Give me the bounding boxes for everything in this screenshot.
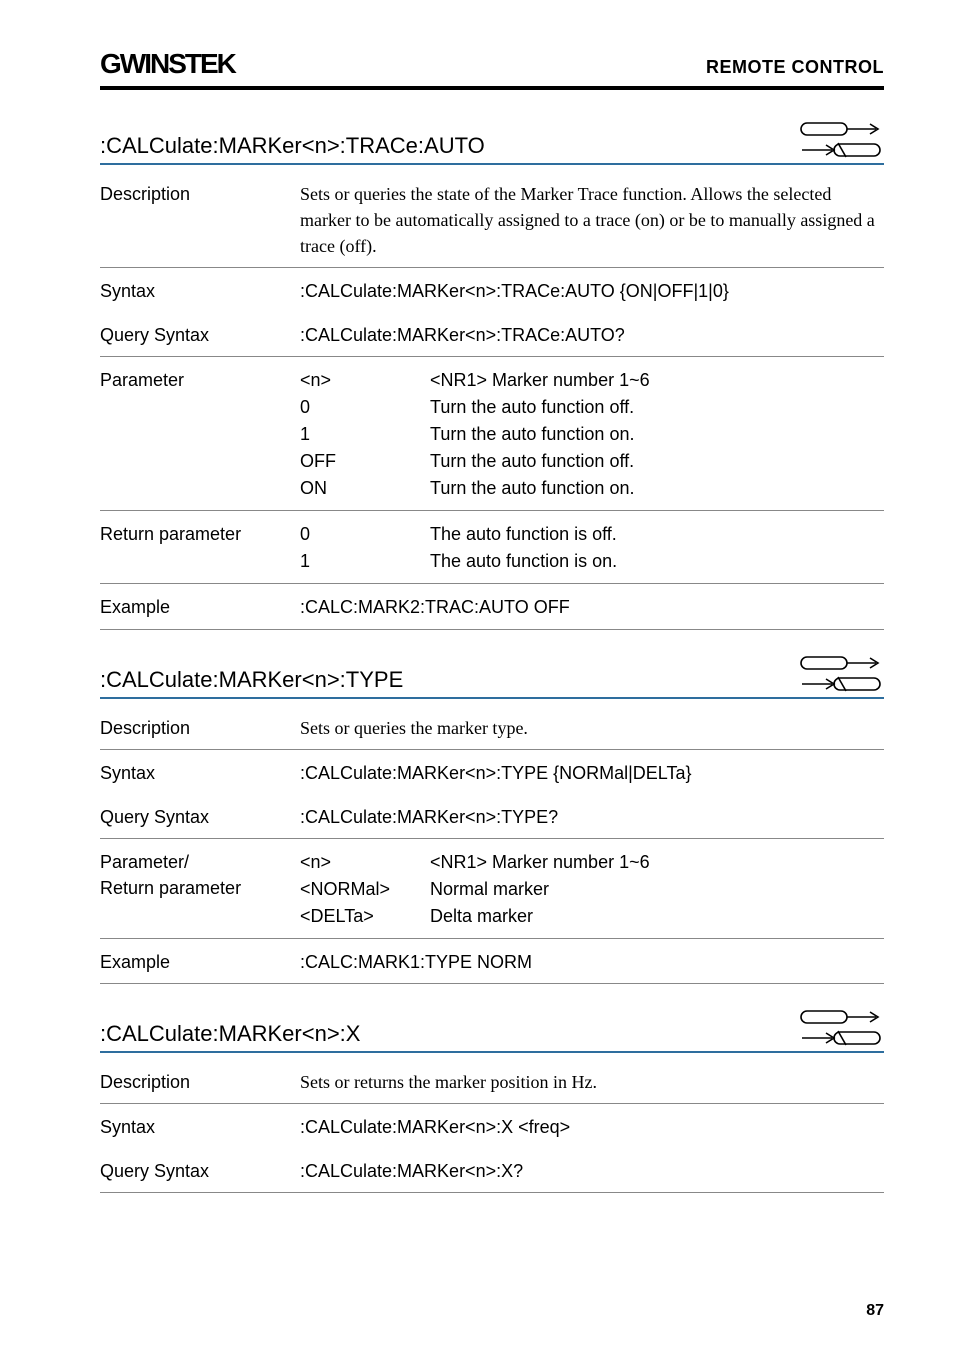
set-icon: [800, 120, 884, 138]
param-value: <NR1> Marker number 1~6: [430, 367, 884, 394]
field-content: 01The auto function is off.The auto func…: [300, 521, 884, 575]
field-row: Syntax:CALCulate:MARKer<n>:X <freq>: [100, 1104, 884, 1148]
field-label: Query Syntax: [100, 322, 300, 348]
field-row: Example:CALC:MARK1:TYPE NORM: [100, 939, 884, 984]
param-key: 1: [300, 421, 430, 448]
syntax-icons: [800, 120, 884, 159]
param-table: 01The auto function is off.The auto func…: [300, 521, 884, 575]
param-value: The auto function is on.: [430, 548, 884, 575]
field-content: :CALC:MARK1:TYPE NORM: [300, 949, 884, 975]
param-key: <NORMal>: [300, 876, 430, 903]
command-title: :CALCulate:MARKer<n>:TYPE: [100, 667, 403, 693]
field-content: :CALCulate:MARKer<n>:TRACe:AUTO?: [300, 322, 884, 348]
param-value: Turn the auto function on.: [430, 421, 884, 448]
param-value: Normal marker: [430, 876, 884, 903]
page-header: GWINSTEK REMOTE CONTROL: [100, 48, 884, 90]
command-title: :CALCulate:MARKer<n>:X: [100, 1021, 360, 1047]
param-value: Turn the auto function on.: [430, 475, 884, 502]
content-area: :CALCulate:MARKer<n>:TRACe:AUTO Descript…: [100, 120, 884, 1193]
field-label: Syntax: [100, 760, 300, 786]
param-key: ON: [300, 475, 430, 502]
command-block: :CALCulate:MARKer<n>:X DescriptionSets o…: [100, 1008, 884, 1193]
brand-logo: GWINSTEK: [100, 48, 235, 80]
param-values: The auto function is off.The auto functi…: [430, 521, 884, 575]
field-row: Query Syntax:CALCulate:MARKer<n>:X?: [100, 1148, 884, 1193]
param-table: <n><NORMal><DELTa><NR1> Marker number 1~…: [300, 849, 884, 930]
query-icon: [800, 675, 884, 693]
param-key: 1: [300, 548, 430, 575]
field-label: Syntax: [100, 278, 300, 304]
syntax-icons: [800, 654, 884, 693]
field-label: Description: [100, 715, 300, 741]
field-row: Syntax:CALCulate:MARKer<n>:TRACe:AUTO {O…: [100, 268, 884, 312]
param-value: Turn the auto function off.: [430, 448, 884, 475]
param-key: 0: [300, 521, 430, 548]
param-key: <DELTa>: [300, 903, 430, 930]
param-value: <NR1> Marker number 1~6: [430, 849, 884, 876]
field-content: :CALCulate:MARKer<n>:TYPE {NORMal|DELTa}: [300, 760, 884, 786]
page-number: 87: [866, 1302, 884, 1320]
param-value: Turn the auto function off.: [430, 394, 884, 421]
field-label: Example: [100, 949, 300, 975]
param-values: <NR1> Marker number 1~6Normal markerDelt…: [430, 849, 884, 930]
field-content: :CALCulate:MARKer<n>:TYPE?: [300, 804, 884, 830]
field-row: DescriptionSets or queries the marker ty…: [100, 705, 884, 750]
set-icon: [800, 1008, 884, 1026]
command-title-row: :CALCulate:MARKer<n>:TYPE: [100, 654, 884, 699]
field-row: DescriptionSets or returns the marker po…: [100, 1059, 884, 1104]
field-label: Return parameter: [100, 521, 300, 575]
command-block: :CALCulate:MARKer<n>:TYPE DescriptionSet…: [100, 654, 884, 984]
param-value: The auto function is off.: [430, 521, 884, 548]
field-content: :CALCulate:MARKer<n>:X?: [300, 1158, 884, 1184]
field-row: Example:CALC:MARK2:TRAC:AUTO OFF: [100, 584, 884, 629]
param-key: OFF: [300, 448, 430, 475]
param-key: <n>: [300, 367, 430, 394]
field-label: Example: [100, 594, 300, 620]
field-label: Parameter: [100, 367, 300, 502]
field-row: Query Syntax:CALCulate:MARKer<n>:TYPE?: [100, 794, 884, 839]
command-block: :CALCulate:MARKer<n>:TRACe:AUTO Descript…: [100, 120, 884, 630]
command-title-row: :CALCulate:MARKer<n>:X: [100, 1008, 884, 1053]
param-keys: <n>01OFFON: [300, 367, 430, 502]
logo-text: GWINSTEK: [100, 48, 235, 79]
field-content: Sets or queries the marker type.: [300, 715, 884, 741]
set-icon: [800, 654, 884, 672]
field-row: Parameter<n>01OFFON<NR1> Marker number 1…: [100, 357, 884, 511]
param-keys: <n><NORMal><DELTa>: [300, 849, 430, 930]
param-keys: 01: [300, 521, 430, 575]
field-content: :CALC:MARK2:TRAC:AUTO OFF: [300, 594, 884, 620]
command-title: :CALCulate:MARKer<n>:TRACe:AUTO: [100, 133, 485, 159]
param-values: <NR1> Marker number 1~6Turn the auto fun…: [430, 367, 884, 502]
field-content: Sets or returns the marker position in H…: [300, 1069, 884, 1095]
field-label: Query Syntax: [100, 804, 300, 830]
field-label: Query Syntax: [100, 1158, 300, 1184]
param-key: <n>: [300, 849, 430, 876]
syntax-icons: [800, 1008, 884, 1047]
param-table: <n>01OFFON<NR1> Marker number 1~6Turn th…: [300, 367, 884, 502]
field-content: :CALCulate:MARKer<n>:X <freq>: [300, 1114, 884, 1140]
field-content: :CALCulate:MARKer<n>:TRACe:AUTO {ON|OFF|…: [300, 278, 884, 304]
command-title-row: :CALCulate:MARKer<n>:TRACe:AUTO: [100, 120, 884, 165]
field-label: Parameter/ Return parameter: [100, 849, 300, 930]
field-content: <n>01OFFON<NR1> Marker number 1~6Turn th…: [300, 367, 884, 502]
field-label: Description: [100, 1069, 300, 1095]
query-icon: [800, 1029, 884, 1047]
param-key: 0: [300, 394, 430, 421]
section-title: REMOTE CONTROL: [706, 57, 884, 78]
query-icon: [800, 141, 884, 159]
field-row: Return parameter01The auto function is o…: [100, 511, 884, 584]
field-content: Sets or queries the state of the Marker …: [300, 181, 884, 259]
param-value: Delta marker: [430, 903, 884, 930]
field-row: Parameter/ Return parameter<n><NORMal><D…: [100, 839, 884, 939]
field-label: Description: [100, 181, 300, 259]
field-row: Syntax:CALCulate:MARKer<n>:TYPE {NORMal|…: [100, 750, 884, 794]
field-content: <n><NORMal><DELTa><NR1> Marker number 1~…: [300, 849, 884, 930]
field-label: Syntax: [100, 1114, 300, 1140]
field-row: Query Syntax:CALCulate:MARKer<n>:TRACe:A…: [100, 312, 884, 357]
field-row: DescriptionSets or queries the state of …: [100, 171, 884, 268]
